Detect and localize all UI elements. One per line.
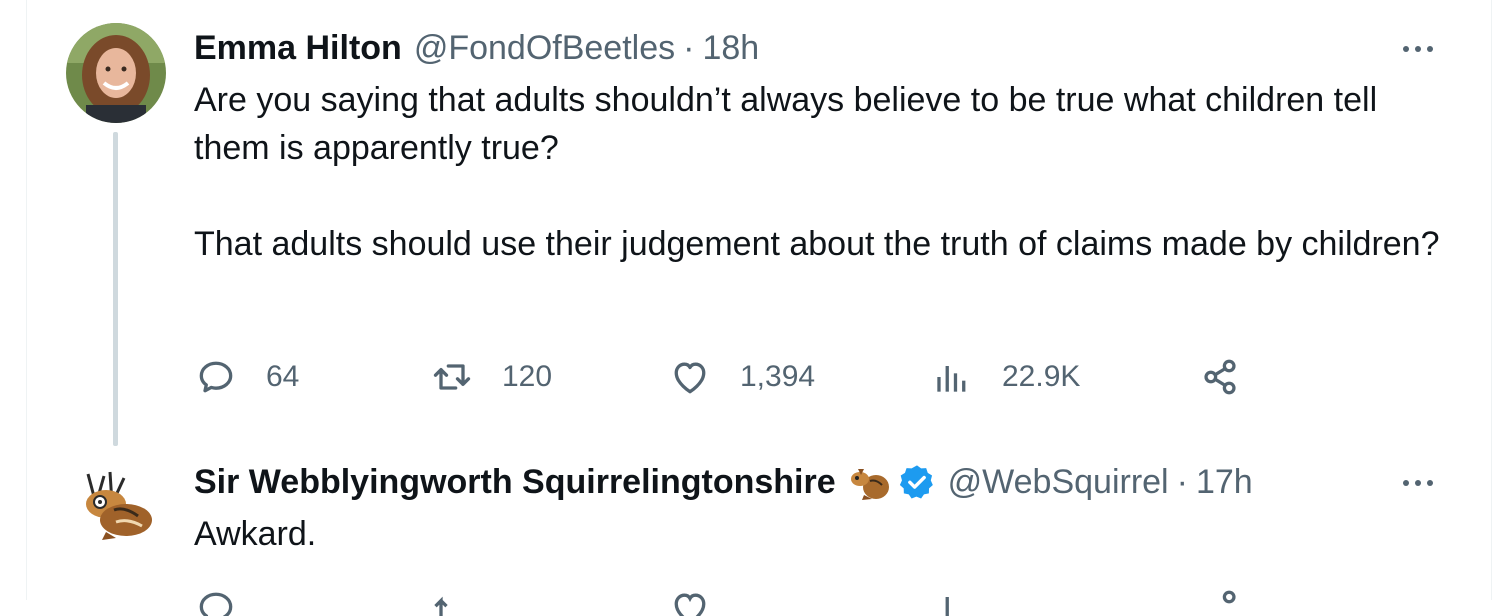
retweet-count: 120: [502, 360, 553, 393]
reply-icon: [199, 592, 233, 616]
tweet-paragraph: Awkard.: [194, 515, 317, 553]
tweet-paragraph: Are you saying that adults shouldn’t alw…: [194, 81, 1378, 167]
reply-count: 64: [266, 360, 300, 393]
more-icon: [1403, 46, 1409, 52]
like-button[interactable]: 1,394: [668, 355, 930, 399]
tweet-action-bar: 64 120 1,394 22.9K: [194, 352, 1242, 402]
author-handle[interactable]: @FondOfBeetles: [414, 24, 675, 72]
author-handle[interactable]: @WebSquirrel: [948, 458, 1169, 506]
more-options-button[interactable]: [1394, 34, 1442, 64]
share-button[interactable]: [1198, 586, 1242, 616]
views-button[interactable]: 22.9K: [930, 355, 1198, 399]
tweet-header: Sir Webblyingworth Squirrelingtonshire @…: [194, 458, 1442, 506]
tweet-timestamp[interactable]: 17h: [1196, 458, 1253, 506]
more-icon-dot: [1427, 46, 1433, 52]
like-icon: [674, 593, 706, 616]
share-button[interactable]: [1198, 355, 1242, 399]
separator-dot: ·: [683, 29, 695, 67]
squirrel-emoji-icon: [850, 469, 889, 500]
more-options-button[interactable]: [1394, 468, 1442, 498]
avatar-emma-hilton[interactable]: [66, 23, 166, 123]
reply-icon: [199, 361, 233, 393]
like-icon: [674, 362, 706, 394]
more-icon-dot: [1415, 480, 1421, 486]
retweet-button[interactable]: 120: [430, 355, 668, 399]
share-icon: [1222, 590, 1236, 604]
views-button[interactable]: [930, 586, 1198, 616]
tweet-websquirrel[interactable]: Sir Webblyingworth Squirrelingtonshire @…: [194, 458, 1442, 558]
tweet-paragraph: That adults should use their judgement a…: [194, 225, 1440, 263]
more-icon: [1403, 480, 1409, 486]
tweet-header: Emma Hilton @FondOfBeetles · 18h: [194, 24, 1442, 72]
retweet-button[interactable]: [430, 586, 668, 616]
views-count: 22.9K: [1002, 360, 1081, 393]
views-icon: [937, 366, 966, 392]
thread-connector-line: [113, 132, 118, 446]
reply-button[interactable]: [194, 586, 430, 616]
squirrel-avatar-icon: [86, 471, 152, 540]
share-icon: [1204, 359, 1236, 395]
reply-button[interactable]: 64: [194, 355, 430, 399]
verified-badge-icon[interactable]: [898, 463, 936, 501]
tweet-action-bar-partial: [194, 586, 1242, 616]
more-icon-dot: [1427, 480, 1433, 486]
author-name[interactable]: Sir Webblyingworth Squirrelingtonshire: [194, 458, 836, 506]
like-button[interactable]: [668, 586, 930, 616]
more-icon-dot: [1415, 46, 1421, 52]
retweet-icon: [433, 364, 471, 390]
author-name[interactable]: Emma Hilton: [194, 24, 402, 72]
tweet-text: Are you saying that adults shouldn’t alw…: [194, 76, 1442, 268]
views-icon: [945, 597, 949, 616]
retweet-icon: [434, 596, 448, 616]
avatar-photo-icon: [66, 23, 166, 123]
tweet-timestamp[interactable]: 18h: [702, 24, 759, 72]
like-count: 1,394: [740, 360, 816, 393]
avatar-websquirrel[interactable]: [66, 454, 166, 554]
separator-dot: ·: [1176, 463, 1188, 501]
tweet-emma-hilton[interactable]: Emma Hilton @FondOfBeetles · 18h Are you…: [194, 24, 1442, 268]
tweet-text: Awkard.: [194, 510, 1442, 558]
